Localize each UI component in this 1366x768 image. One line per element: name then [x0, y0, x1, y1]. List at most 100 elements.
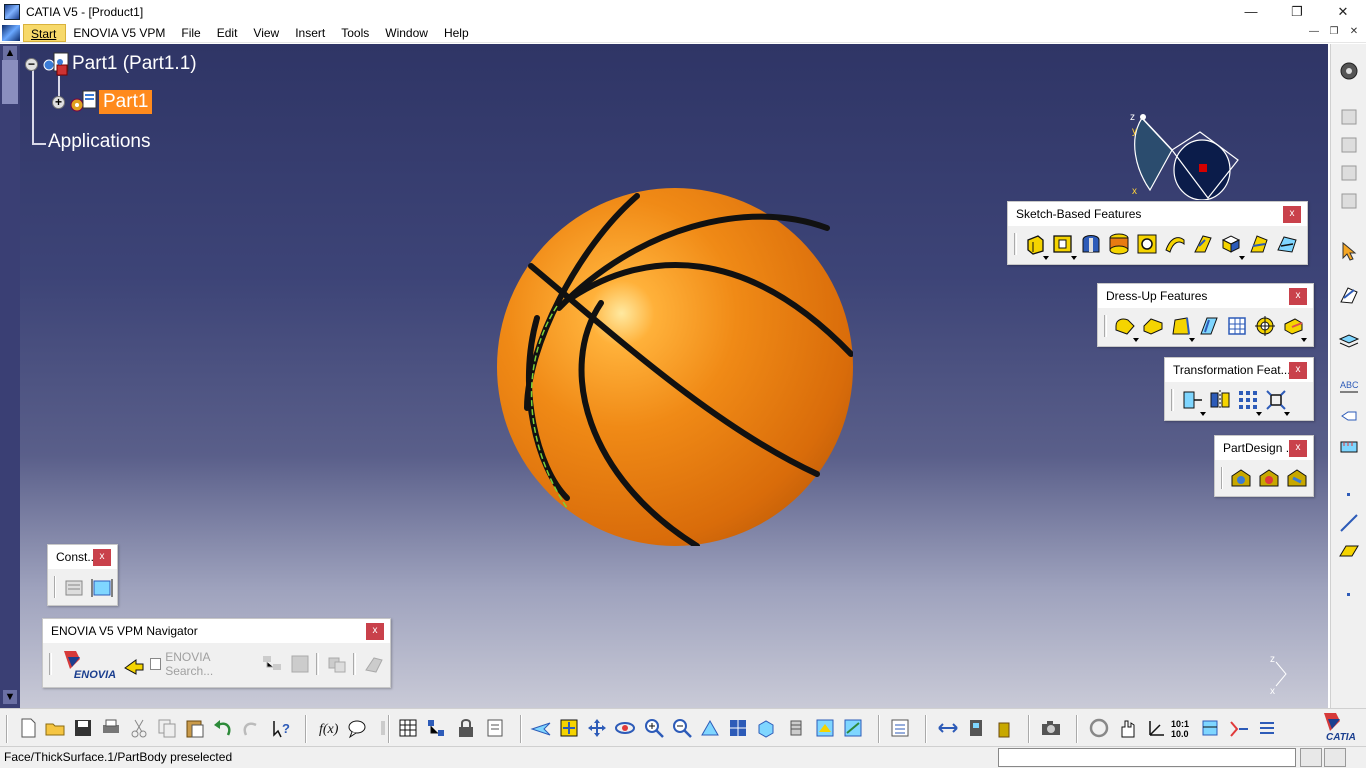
- mass-icon[interactable]: [993, 717, 1015, 739]
- scroll-down-icon[interactable]: ▼: [3, 690, 17, 704]
- toolbar-grip[interactable]: [1014, 233, 1017, 255]
- tree-node-applications[interactable]: Applications: [48, 131, 150, 153]
- list-icon[interactable]: [1256, 717, 1278, 739]
- catia-app-icon[interactable]: [4, 3, 20, 20]
- toolbar-grip[interactable]: [1171, 389, 1174, 411]
- light-icon[interactable]: [372, 717, 394, 739]
- shell-icon[interactable]: [1197, 314, 1221, 338]
- cut-icon[interactable]: [128, 717, 150, 739]
- update-icon[interactable]: [484, 717, 506, 739]
- menu-window[interactable]: Window: [378, 24, 437, 42]
- basketball-model[interactable]: [497, 188, 853, 546]
- knowledge-icon[interactable]: [425, 717, 447, 739]
- draft-icon[interactable]: [1169, 314, 1195, 342]
- menu-help[interactable]: Help: [437, 24, 478, 42]
- close-button[interactable]: ✕: [1320, 0, 1366, 23]
- tree-label-applications[interactable]: Applications: [48, 131, 150, 153]
- enovia-sync-icon[interactable]: [325, 652, 349, 676]
- menu-start[interactable]: Start: [23, 23, 67, 42]
- scroll-up-icon[interactable]: ▲: [3, 46, 17, 60]
- vertical-scrollbar[interactable]: ▲ ▼: [0, 44, 20, 708]
- measure-icon[interactable]: [1338, 436, 1360, 458]
- document-menu-icon[interactable]: [2, 24, 20, 41]
- tree-node-part1[interactable]: + Part1: [52, 90, 153, 114]
- comment-icon[interactable]: [346, 717, 368, 739]
- plane-tool-icon[interactable]: [1338, 162, 1360, 184]
- paste-icon[interactable]: [184, 717, 206, 739]
- gear-icon[interactable]: [1338, 60, 1360, 82]
- toolbar-close-button[interactable]: x: [1289, 362, 1307, 379]
- multi-view-icon[interactable]: [727, 717, 749, 739]
- fly-mode-icon[interactable]: [530, 717, 552, 739]
- point-icon[interactable]: [1338, 484, 1360, 506]
- normal-view-icon[interactable]: [699, 717, 721, 739]
- tree-node-root[interactable]: − Part1 (Part1.1): [25, 52, 197, 76]
- text-abc-icon[interactable]: ABC: [1338, 378, 1360, 400]
- translation-icon[interactable]: [1180, 388, 1206, 416]
- remove-face-icon[interactable]: [1281, 314, 1307, 342]
- enovia-refresh-icon[interactable]: [362, 652, 386, 676]
- toolbar-title[interactable]: Transformation Feat... x: [1165, 358, 1313, 382]
- measure-item-icon[interactable]: [965, 717, 987, 739]
- axis-tool-icon[interactable]: [1338, 190, 1360, 212]
- groove-icon[interactable]: [1107, 232, 1131, 256]
- axis-system-icon[interactable]: [1144, 717, 1166, 739]
- sketch-icon[interactable]: [1338, 134, 1360, 156]
- boolean-assemble-icon[interactable]: [1285, 466, 1309, 490]
- rib-icon[interactable]: [1163, 232, 1187, 256]
- plane-icon[interactable]: [1338, 540, 1360, 562]
- hide-show-icon[interactable]: [814, 717, 836, 739]
- doc-restore-button[interactable]: ❐: [1326, 25, 1342, 40]
- toolbar-title[interactable]: Dress-Up Features x: [1098, 284, 1313, 308]
- enovia-send-icon[interactable]: [122, 652, 146, 676]
- mirror-icon[interactable]: [1208, 388, 1232, 412]
- edge-fillet-icon[interactable]: [1113, 314, 1139, 342]
- measure-between-icon[interactable]: [937, 717, 959, 739]
- compass-widget[interactable]: z y x: [1128, 110, 1248, 201]
- layers-icon[interactable]: [1338, 330, 1360, 352]
- toolbar-close-button[interactable]: x: [1289, 288, 1307, 305]
- fit-all-icon[interactable]: [558, 717, 580, 739]
- toolbar-grip[interactable]: [1104, 315, 1107, 337]
- command-input[interactable]: [998, 748, 1296, 767]
- expand-icon[interactable]: +: [52, 95, 65, 109]
- table-icon[interactable]: [397, 717, 419, 739]
- boolean-add-icon[interactable]: [1257, 466, 1281, 490]
- scaling-icon[interactable]: [1264, 388, 1290, 416]
- multi-sections-solid-icon[interactable]: [1247, 232, 1271, 256]
- solid-combine-icon[interactable]: [1219, 232, 1245, 260]
- new-file-icon[interactable]: [17, 717, 39, 739]
- scroll-thumb[interactable]: [2, 60, 18, 104]
- part-body-icon[interactable]: [1229, 466, 1253, 490]
- thread-icon[interactable]: [1253, 314, 1277, 338]
- toolbar-close-button[interactable]: x: [1283, 206, 1301, 223]
- rectangular-pattern-icon[interactable]: [1236, 388, 1262, 416]
- capture-icon[interactable]: [889, 717, 911, 739]
- sketcher-icon[interactable]: [1338, 284, 1360, 306]
- open-folder-icon[interactable]: [44, 717, 66, 739]
- command-options-button[interactable]: [1324, 748, 1346, 767]
- toolbar-grip[interactable]: [54, 576, 56, 598]
- menu-enovia[interactable]: ENOVIA V5 VPM: [66, 24, 174, 42]
- redo-icon[interactable]: [240, 717, 262, 739]
- enovia-logo[interactable]: ENOVIA: [58, 647, 116, 681]
- flag-note-icon[interactable]: [1338, 406, 1360, 428]
- menu-view[interactable]: View: [246, 24, 288, 42]
- menu-insert[interactable]: Insert: [288, 24, 334, 42]
- enovia-save-icon[interactable]: [288, 652, 312, 676]
- toolbar-close-button[interactable]: x: [93, 549, 111, 566]
- removed-multi-sections-icon[interactable]: [1275, 232, 1299, 256]
- lock-icon[interactable]: [455, 717, 477, 739]
- menu-tools[interactable]: Tools: [334, 24, 378, 42]
- camera-icon[interactable]: [1040, 717, 1062, 739]
- pan-icon[interactable]: [586, 717, 608, 739]
- doc-close-button[interactable]: ✕: [1346, 25, 1362, 40]
- clipping-icon[interactable]: [1199, 717, 1221, 739]
- save-icon[interactable]: [72, 717, 94, 739]
- hole-icon[interactable]: [1135, 232, 1159, 256]
- menu-file[interactable]: File: [174, 24, 209, 42]
- enovia-search-checkbox[interactable]: [149, 658, 162, 670]
- refresh-icon[interactable]: [1088, 717, 1110, 739]
- constraint-defined-icon[interactable]: [62, 575, 86, 599]
- select-arrow-icon[interactable]: [1338, 240, 1360, 262]
